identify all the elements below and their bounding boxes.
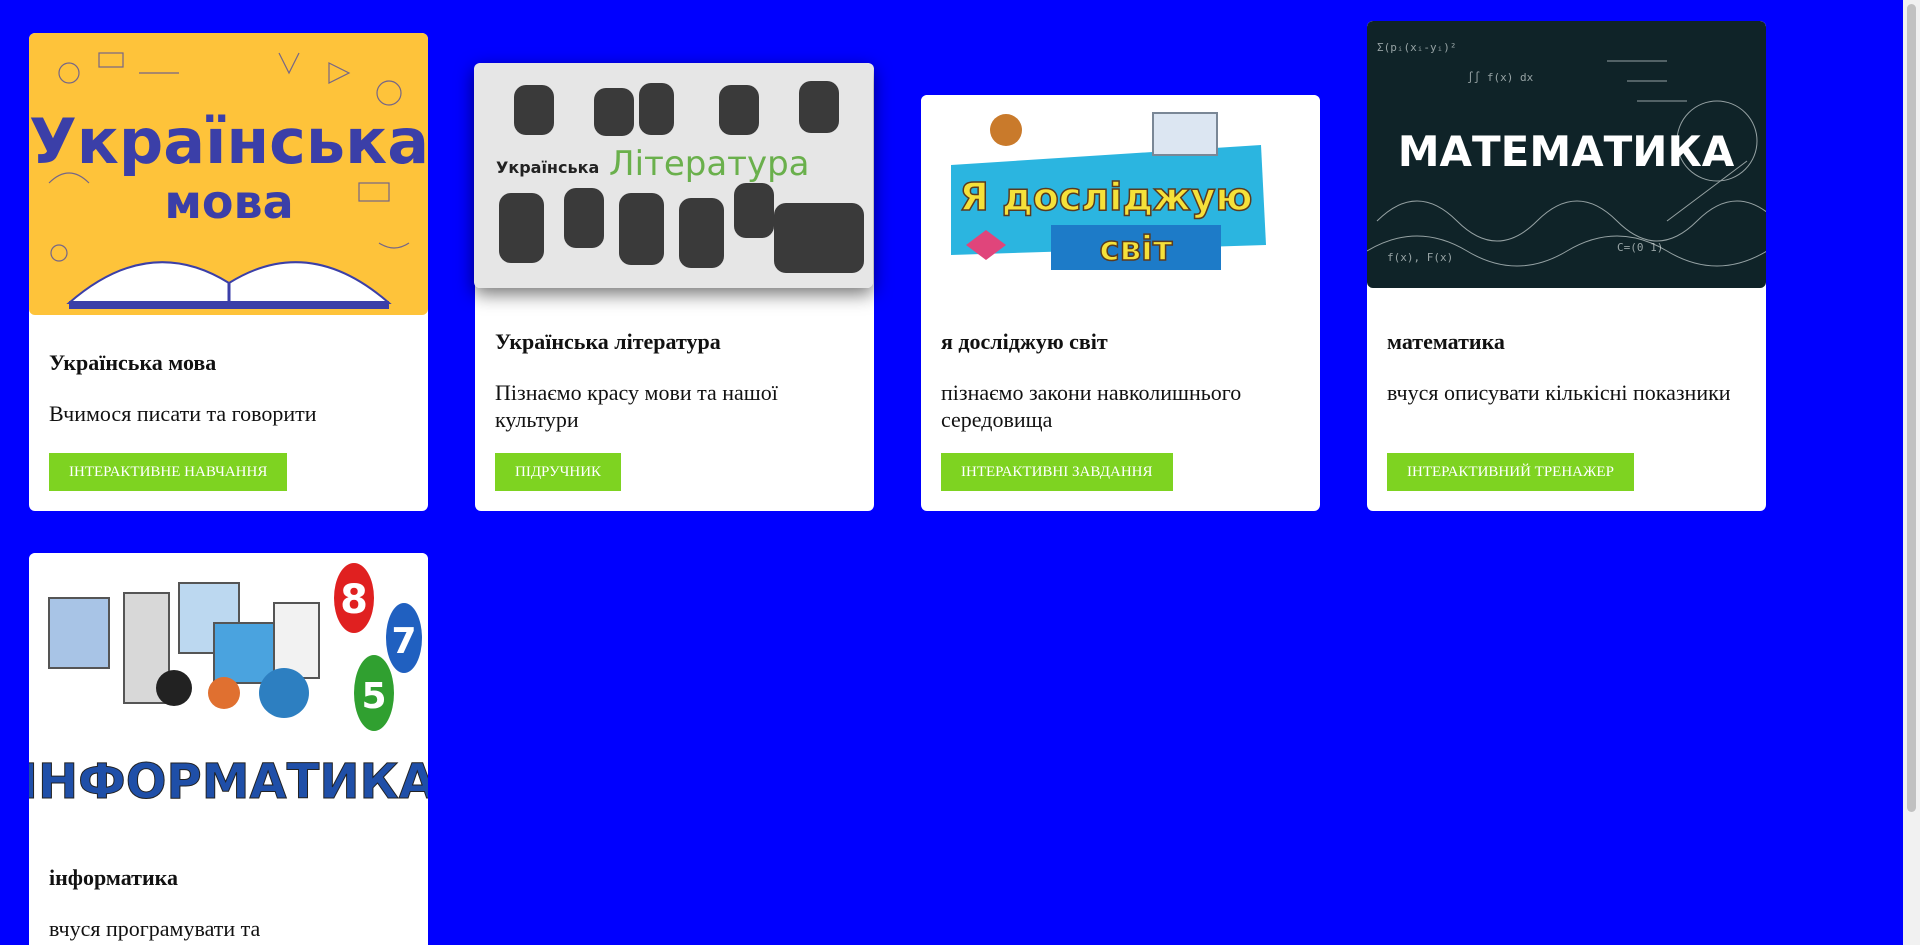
card-title: я досліджую світ xyxy=(941,329,1108,354)
mathematics-image: Σ(pᵢ(xᵢ-yᵢ)² ∫∫ f(x) dx f(x), F(x) C=(0 … xyxy=(1367,21,1766,288)
exploring-image-line1: Я досліджую xyxy=(960,175,1253,219)
informatics-image-title: ІНФОРМАТИКА xyxy=(29,754,428,810)
card-description: вчуся програмувати та xyxy=(49,916,261,941)
svg-text:Σ(pᵢ(xᵢ-yᵢ)²: Σ(pᵢ(xᵢ-yᵢ)² xyxy=(1377,41,1456,54)
mathematics-image-title: МАТЕМАТИКА xyxy=(1398,127,1735,176)
card-mathematics: Σ(pᵢ(xᵢ-yᵢ)² ∫∫ f(x) dx f(x), F(x) C=(0 … xyxy=(1367,21,1766,511)
informatics-image: 8 7 5 ІНФОРМАТИКА xyxy=(29,553,428,818)
textbook-button[interactable]: Підручник xyxy=(495,453,622,491)
card-ukrainian-literature: Українська Література Українська літерат… xyxy=(474,63,874,511)
svg-text:7: 7 xyxy=(391,621,416,662)
interactive-trainer-button[interactable]: Інтерактивний тренажер xyxy=(1387,453,1634,491)
svg-text:∫∫ f(x) dx: ∫∫ f(x) dx xyxy=(1467,71,1534,84)
card-description: пізнаємо закони навколишнього середовища xyxy=(941,380,1242,432)
card-title: Українська мова xyxy=(49,350,217,375)
card-informatics: 8 7 5 ІНФОРМАТИКА інформатика вчуся прог… xyxy=(29,553,428,945)
card-title: інформатика xyxy=(49,865,179,890)
card-exploring-world: Я досліджую світ я досліджую світ пізнає… xyxy=(921,95,1320,511)
ukrainian-language-image-line1: Українська xyxy=(29,105,428,178)
card-title: Українська література xyxy=(495,329,721,354)
svg-text:f(x), F(x): f(x), F(x) xyxy=(1387,251,1453,264)
svg-text:C=(0 1): C=(0 1) xyxy=(1617,241,1663,254)
svg-text:5: 5 xyxy=(361,676,386,717)
card-description: вчуся описувати кількісні показники xyxy=(1387,380,1731,405)
svg-text:8: 8 xyxy=(340,577,368,623)
ukrainian-language-image-line2: мова xyxy=(164,175,293,229)
card-description: Вчимося писати та говорити xyxy=(49,401,317,426)
interactive-learning-button[interactable]: Інтерактивне навчання xyxy=(49,453,288,491)
vertical-scrollbar[interactable] xyxy=(1903,0,1920,945)
card-title: математика xyxy=(1387,329,1505,354)
interactive-tasks-button[interactable]: Інтерактивні завдання xyxy=(941,453,1173,491)
card-description: Пізнаємо красу мови та нашої культури xyxy=(495,380,778,432)
literature-image-word2: Література xyxy=(609,144,810,184)
literature-image-word1: Українська xyxy=(496,158,599,177)
exploring-image-line2: світ xyxy=(1099,229,1172,269)
ukrainian-literature-image: Українська Література xyxy=(474,63,873,288)
scrollbar-thumb[interactable] xyxy=(1907,4,1916,812)
exploring-world-image: Я досліджую світ xyxy=(921,95,1320,275)
ukrainian-language-image: Українська мова xyxy=(29,33,428,315)
card-ukrainian-language: Українська мова Українська мова Вчимося … xyxy=(29,33,428,511)
